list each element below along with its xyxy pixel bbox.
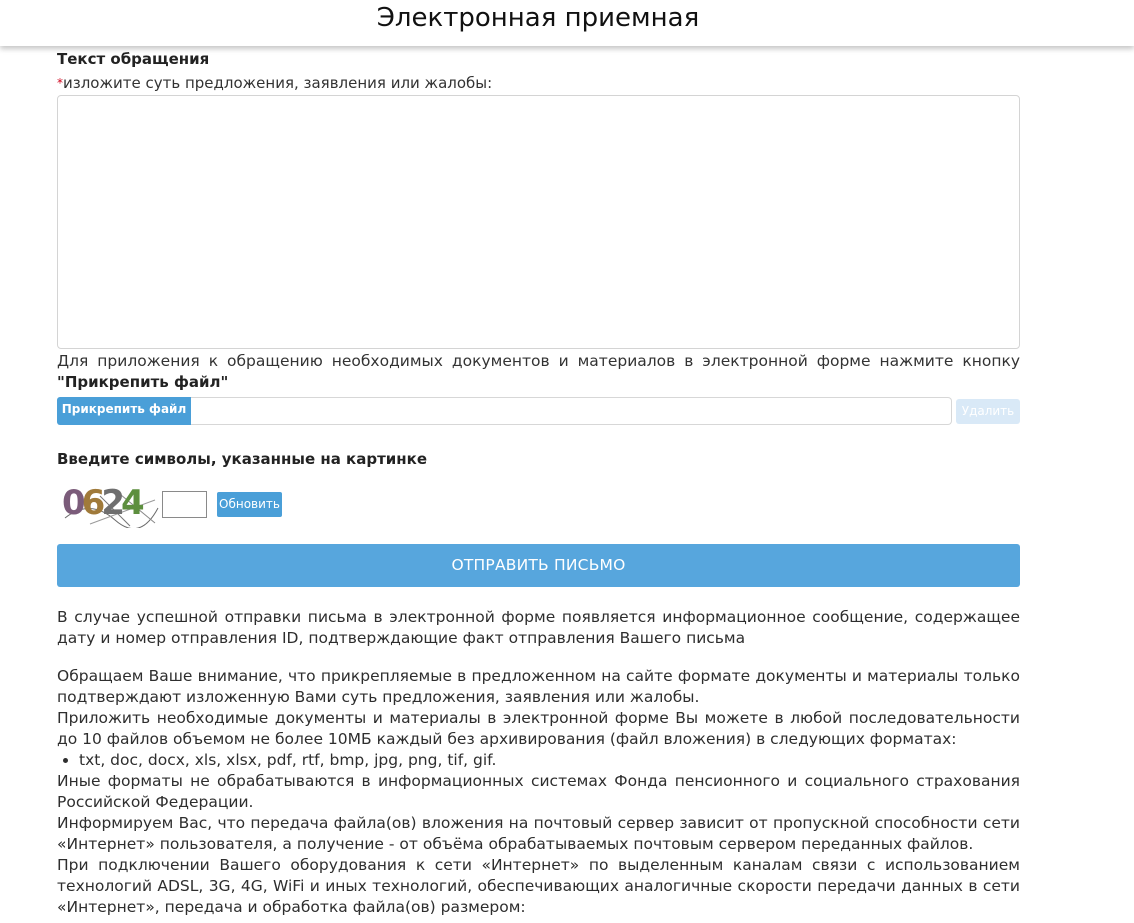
list-item: txt, doc, docx, xls, xlsx, pdf, rtf, bmp… — [79, 750, 1020, 771]
message-prompt-text: изложите суть предложения, заявления или… — [63, 74, 493, 92]
attach-instructions-button-name: "Прикрепить файл" — [57, 373, 229, 391]
file-attachment-row: Прикрепить файл Удалить — [57, 397, 1020, 425]
captcha-text: 0624 — [62, 483, 144, 523]
refresh-captcha-button[interactable]: Обновить — [217, 492, 282, 517]
page-title: Электронная приемная — [376, 3, 700, 33]
message-textarea[interactable] — [57, 95, 1020, 349]
transfer-note: Информируем Вас, что передача файла(ов) … — [57, 814, 1020, 853]
submit-button[interactable]: ОТПРАВИТЬ ПИСЬМО — [57, 544, 1020, 587]
captcha-input[interactable] — [162, 491, 207, 518]
formats-list: txt, doc, docx, xls, xlsx, pdf, rtf, bmp… — [57, 750, 1020, 771]
page-header: Электронная приемная — [0, 0, 1134, 46]
delete-file-button[interactable]: Удалить — [956, 399, 1020, 424]
success-note: В случае успешной отправки письма в элек… — [57, 608, 1020, 647]
attach-file-button[interactable]: Прикрепить файл — [57, 397, 191, 425]
message-heading: Текст обращения — [57, 50, 210, 68]
captcha-heading: Введите символы, указанные на картинке — [57, 450, 428, 468]
attach-instructions: Для приложения к обращению необходимых д… — [57, 352, 1020, 370]
attention-note: Обращаем Ваше внимание, что прикрепляемы… — [57, 667, 1020, 706]
message-prompt: *изложите суть предложения, заявления ил… — [57, 73, 492, 93]
attachment-rules-info: Обращаем Ваше внимание, что прикрепляемы… — [57, 666, 1020, 918]
success-info: В случае успешной отправки письма в элек… — [57, 607, 1020, 649]
captcha-image: 0624 — [62, 483, 159, 528]
connection-note: При подключении Вашего оборудования к се… — [57, 856, 1020, 916]
other-formats-note: Иные форматы не обрабатываются в информа… — [57, 772, 1020, 811]
file-name-field[interactable] — [191, 397, 952, 425]
formats-intro: Приложить необходимые документы и матери… — [57, 709, 1020, 748]
